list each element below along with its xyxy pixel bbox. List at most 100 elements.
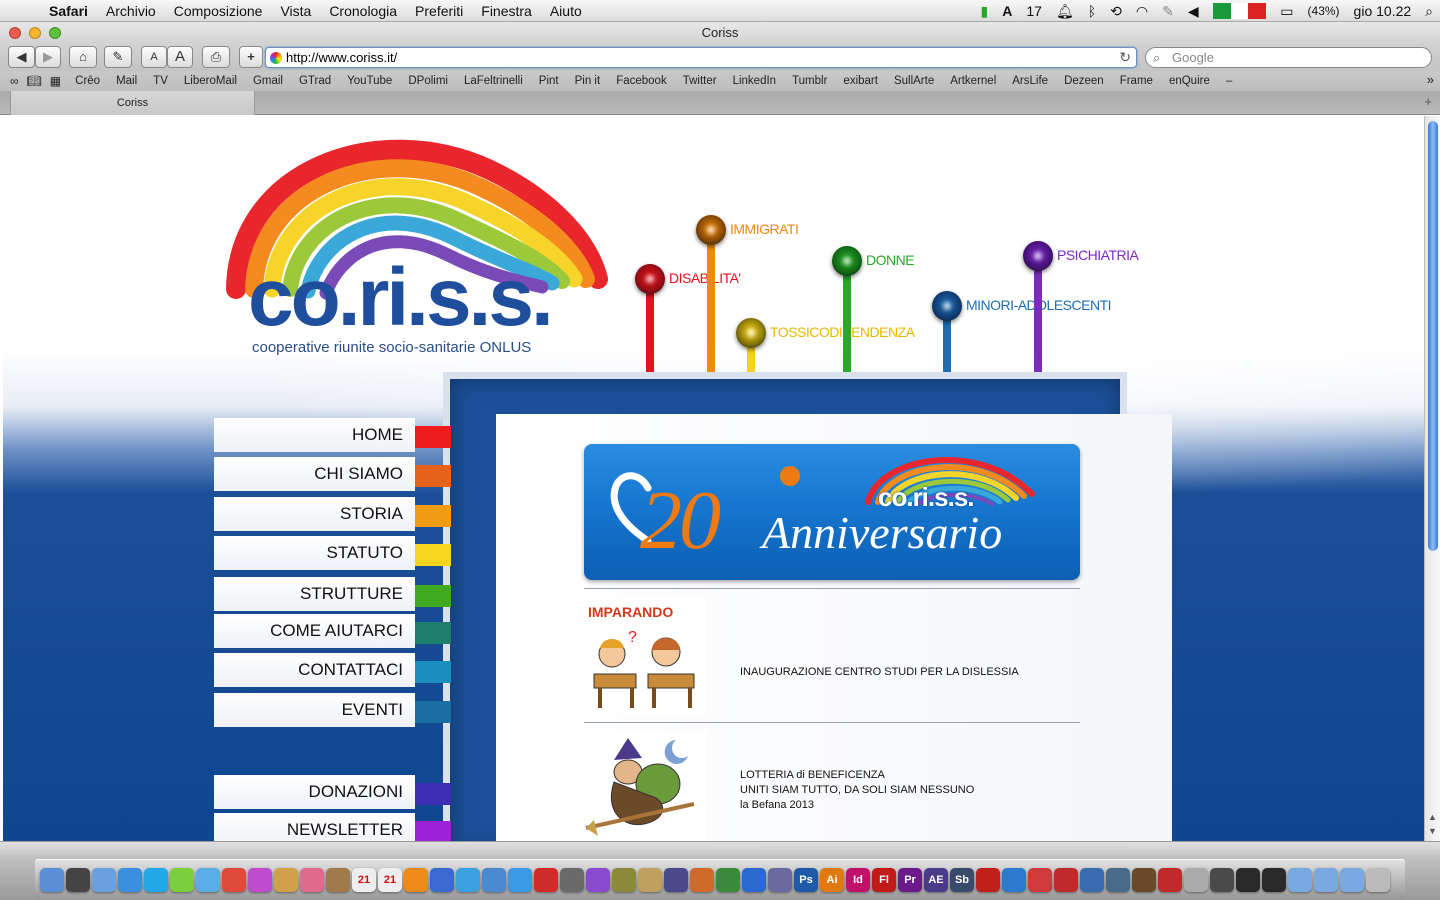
app-icon[interactable] xyxy=(690,868,714,892)
add-bookmark-button[interactable]: + xyxy=(239,46,263,68)
app-icon[interactable] xyxy=(1236,868,1260,892)
premiere-icon[interactable]: Pr xyxy=(898,868,922,892)
address-bar[interactable]: http://www.coriss.it/ ↻ xyxy=(265,47,1137,68)
minimize-window-icon[interactable] xyxy=(29,27,41,39)
bookmark-item[interactable]: DPolimi xyxy=(400,75,456,87)
bookmarks-book-icon[interactable]: 📖︎ xyxy=(27,74,42,88)
app-icon[interactable] xyxy=(664,868,688,892)
aftereffects-icon[interactable]: AE xyxy=(924,868,948,892)
app-icon[interactable] xyxy=(1210,868,1234,892)
close-window-icon[interactable] xyxy=(9,27,21,39)
pen-icon[interactable]: ✎ xyxy=(1155,3,1181,20)
news-item-2[interactable]: LOTTERIA di BENEFICENZA UNITI SIAM TUTTO… xyxy=(740,768,974,813)
font-larger-button[interactable]: A xyxy=(167,46,193,68)
nav-label[interactable]: STATUTO xyxy=(214,536,415,570)
photoshop-icon[interactable]: Ps xyxy=(794,868,818,892)
category-label[interactable]: DONNE xyxy=(866,252,915,268)
indesign-icon[interactable]: Id xyxy=(846,868,870,892)
top-sites-icon[interactable]: ▦ xyxy=(50,74,61,88)
wifi-icon[interactable]: ◠ xyxy=(1129,3,1155,20)
bookmark-item[interactable]: LinkedIn xyxy=(725,75,784,87)
app-icon[interactable] xyxy=(560,868,584,892)
news-line[interactable]: INAUGURAZIONE CENTRO STUDI PER LA DISLES… xyxy=(740,665,1019,680)
menu-archivio[interactable]: Archivio xyxy=(97,3,165,19)
back-button[interactable]: ◀ xyxy=(8,46,35,68)
flag-italy-icon[interactable]: ... xyxy=(1206,3,1274,19)
skype-icon[interactable] xyxy=(144,868,168,892)
evernote-icon[interactable]: ▮ xyxy=(974,3,996,20)
nav-label[interactable]: NEWSLETTER xyxy=(214,813,415,841)
app-icon[interactable] xyxy=(1262,868,1286,892)
bookmark-item[interactable]: Tumblr xyxy=(784,75,835,87)
bookmark-item[interactable]: ArsLife xyxy=(1004,75,1056,87)
pin-ball-icon[interactable] xyxy=(832,246,862,276)
nav-storia[interactable]: STORIA xyxy=(214,497,451,531)
anniversary-banner[interactable]: 20 co.ri.s.s. Anniversario xyxy=(584,444,1080,580)
bookmark-item[interactable]: Dezeen xyxy=(1056,75,1112,87)
nav-chi-siamo[interactable]: CHI SIAMO xyxy=(214,457,451,491)
chrome-icon[interactable] xyxy=(222,868,246,892)
address-text[interactable]: http://www.coriss.it/ xyxy=(286,50,397,65)
battery-icon[interactable]: ▭ xyxy=(1273,3,1300,20)
pin-ball-icon[interactable] xyxy=(1023,241,1053,271)
notification-icon[interactable]: 🔔︎ xyxy=(1049,3,1081,20)
category-label[interactable]: DISABILITA' xyxy=(669,270,741,286)
itunes-icon[interactable] xyxy=(456,868,480,892)
app-icon[interactable] xyxy=(716,868,740,892)
menu-preferiti[interactable]: Preferiti xyxy=(406,3,472,19)
zoom-window-icon[interactable] xyxy=(49,27,61,39)
bookmark-item[interactable]: Crēo xyxy=(67,75,108,87)
search-field[interactable]: ⌕ Google xyxy=(1145,47,1432,68)
bookmark-item[interactable]: Frame xyxy=(1112,75,1161,87)
news-line[interactable]: LOTTERIA di BENEFICENZA xyxy=(740,768,974,783)
more-bookmarks-icon[interactable]: » xyxy=(1427,72,1434,87)
nav-come-aiutarci[interactable]: COME AIUTARCI xyxy=(214,614,451,648)
spotlight-icon[interactable]: ⌕ xyxy=(1418,3,1440,20)
menu-finestra[interactable]: Finestra xyxy=(472,3,541,19)
nav-label[interactable]: COME AIUTARCI xyxy=(214,614,415,648)
nav-label[interactable]: CHI SIAMO xyxy=(214,457,415,491)
battery-percent[interactable]: (43%) xyxy=(1301,4,1347,18)
app-icon[interactable] xyxy=(1054,868,1078,892)
time-machine-icon[interactable]: ⟲ xyxy=(1103,3,1129,20)
app-icon[interactable] xyxy=(1158,868,1182,892)
scrollbar-thumb[interactable] xyxy=(1428,121,1438,551)
bookmark-item[interactable]: TV xyxy=(145,75,176,87)
menu-app-safari[interactable]: Safari xyxy=(40,3,97,19)
bookmark-item[interactable]: SullArte xyxy=(886,75,942,87)
messages-icon[interactable] xyxy=(196,868,220,892)
nav-label[interactable]: EVENTI xyxy=(214,693,415,727)
menu-vista[interactable]: Vista xyxy=(271,3,320,19)
menu-aiuto[interactable]: Aiuto xyxy=(541,3,591,19)
safari-icon[interactable] xyxy=(118,868,142,892)
app-icon[interactable] xyxy=(482,868,506,892)
nav-eventi[interactable]: EVENTI xyxy=(214,693,451,727)
nav-statuto[interactable]: STATUTO xyxy=(214,536,451,570)
acrobat-icon[interactable] xyxy=(976,868,1000,892)
nav-label[interactable]: HOME xyxy=(214,418,415,452)
bookmark-item[interactable]: Twitter xyxy=(675,75,725,87)
app-icon[interactable] xyxy=(742,868,766,892)
flash-icon[interactable]: Fl xyxy=(872,868,896,892)
preview-icon[interactable] xyxy=(92,868,116,892)
bookmark-item[interactable]: LaFeltrinelli xyxy=(456,75,531,87)
app-icon[interactable] xyxy=(300,868,324,892)
nav-strutture[interactable]: STRUTTURE xyxy=(214,577,451,611)
nav-label[interactable]: STRUTTURE xyxy=(214,577,415,611)
menu-composizione[interactable]: Composizione xyxy=(165,3,272,19)
tab-coriss[interactable]: Coriss xyxy=(10,91,255,115)
category-label[interactable]: PSICHIATRIA xyxy=(1057,247,1139,263)
print-button[interactable]: ⎙ xyxy=(202,46,230,68)
menu-cronologia[interactable]: Cronologia xyxy=(320,3,406,19)
calendar-badge[interactable]: 17 xyxy=(1019,3,1049,19)
bookmark-item[interactable]: LiberoMail xyxy=(176,75,245,87)
app-icon[interactable] xyxy=(1002,868,1026,892)
news-line[interactable]: la Befana 2013 xyxy=(740,798,974,813)
app-icon[interactable] xyxy=(1028,868,1052,892)
nav-contattaci[interactable]: CONTATTACI xyxy=(214,653,451,687)
nav-home[interactable]: HOME xyxy=(214,418,451,452)
calendar-icon[interactable]: 21 xyxy=(352,868,376,892)
volume-icon[interactable]: ◀ xyxy=(1181,3,1206,20)
app-icon[interactable] xyxy=(612,868,636,892)
nav-label[interactable]: STORIA xyxy=(214,497,415,531)
